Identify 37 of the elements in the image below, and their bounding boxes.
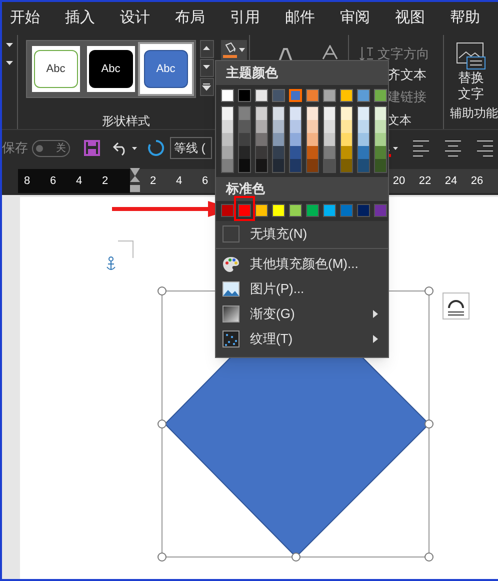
- ruler-number: 22: [418, 174, 432, 189]
- ruler-number: 4: [75, 174, 83, 189]
- shape-style[interactable]: Abc: [144, 50, 188, 88]
- menu-item[interactable]: 图片(P)...: [216, 276, 388, 301]
- ruler-number: 2: [149, 174, 157, 189]
- menu-item[interactable]: 其他填充颜色(M)...: [216, 251, 388, 276]
- menu-tab[interactable]: 审阅: [338, 2, 372, 35]
- shape-style[interactable]: Abc: [34, 50, 78, 88]
- ribbon-command[interactable]: 齐文本: [387, 65, 426, 85]
- menu-item[interactable]: 纹理(T): [216, 326, 388, 351]
- ruler-number: 20: [392, 174, 406, 189]
- ruler-number: 4: [175, 174, 183, 189]
- autosave-toggle[interactable]: 关: [32, 140, 70, 156]
- autosave-label: 保存: [2, 139, 28, 158]
- menu-tab[interactable]: 布局: [173, 2, 207, 35]
- ruler-number: 6: [49, 174, 57, 189]
- menu-tab[interactable]: 视图: [393, 2, 427, 35]
- section-heading: 标准色: [216, 177, 388, 201]
- shape-style[interactable]: Abc: [88, 50, 133, 88]
- menu-item[interactable]: 无填充(N): [216, 221, 388, 246]
- menu-tab[interactable]: 设计: [118, 2, 152, 35]
- group-label: 形状样式: [102, 113, 150, 130]
- menu-tab[interactable]: 引用: [228, 2, 262, 35]
- group-label: 辅助功能: [449, 105, 498, 122]
- font-field[interactable]: 等线 (: [170, 137, 212, 159]
- ruler-number: 8: [23, 174, 31, 189]
- alt-text-button[interactable]: 替换文字: [456, 42, 486, 102]
- menu-tab[interactable]: 插入: [63, 2, 97, 35]
- menu-tab[interactable]: 邮件: [283, 2, 317, 35]
- ruler-number: 2: [101, 174, 109, 189]
- section-heading: 主题颜色: [216, 61, 388, 85]
- ruler-number: 6: [201, 174, 209, 189]
- ruler-number: 24: [444, 174, 458, 189]
- menu-tab[interactable]: 帮助: [448, 2, 482, 35]
- menu-tab[interactable]: 开始: [8, 2, 42, 35]
- ruler-number: 26: [470, 174, 484, 189]
- menu-item[interactable]: 渐变(G): [216, 301, 388, 326]
